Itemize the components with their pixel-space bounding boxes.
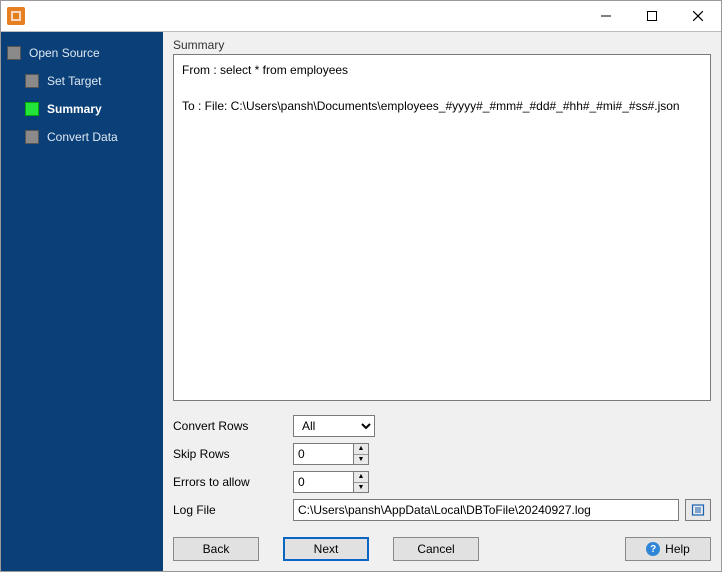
sidebar-item-label: Summary — [47, 102, 102, 116]
back-button[interactable]: Back — [173, 537, 259, 561]
browse-icon — [691, 503, 705, 517]
help-button[interactable]: ? Help — [625, 537, 711, 561]
minimize-button[interactable] — [583, 1, 629, 31]
sidebar-item-open-source[interactable]: Open Source — [7, 44, 157, 62]
step-indicator-icon — [7, 46, 21, 60]
convert-rows-label: Convert Rows — [173, 419, 293, 433]
spinner-up-icon[interactable]: ▲ — [354, 472, 368, 483]
skip-rows-label: Skip Rows — [173, 447, 293, 461]
log-file-browse-button[interactable] — [685, 499, 711, 521]
app-window: Open Source Set Target Summary Convert D… — [0, 0, 722, 572]
errors-input[interactable] — [293, 471, 353, 493]
sidebar-item-convert-data[interactable]: Convert Data — [25, 128, 157, 146]
errors-label: Errors to allow — [173, 475, 293, 489]
summary-to-line: To : File: C:\Users\pansh\Documents\empl… — [182, 99, 680, 113]
app-icon — [7, 7, 25, 25]
skip-rows-stepper[interactable]: ▲ ▼ — [353, 443, 369, 465]
cancel-button[interactable]: Cancel — [393, 537, 479, 561]
spinner-up-icon[interactable]: ▲ — [354, 444, 368, 455]
options-form: Convert Rows All Skip Rows ▲ ▼ — [173, 415, 711, 521]
body: Open Source Set Target Summary Convert D… — [1, 31, 721, 571]
help-icon: ? — [646, 542, 660, 556]
titlebar — [1, 1, 721, 31]
main-panel: Summary From : select * from employees T… — [163, 32, 721, 571]
summary-textarea[interactable]: From : select * from employees To : File… — [173, 54, 711, 401]
sidebar-item-label: Set Target — [47, 74, 101, 88]
wizard-sidebar: Open Source Set Target Summary Convert D… — [1, 32, 163, 571]
sidebar-item-summary[interactable]: Summary — [25, 100, 157, 118]
help-button-label: Help — [665, 542, 690, 556]
button-bar: Back Next Cancel ? Help — [173, 537, 711, 561]
spinner-down-icon[interactable]: ▼ — [354, 455, 368, 465]
sidebar-item-set-target[interactable]: Set Target — [25, 72, 157, 90]
next-button[interactable]: Next — [283, 537, 369, 561]
errors-stepper[interactable]: ▲ ▼ — [353, 471, 369, 493]
summary-from-line: From : select * from employees — [182, 63, 348, 77]
log-file-label: Log File — [173, 503, 293, 517]
sidebar-item-label: Open Source — [29, 46, 100, 60]
step-indicator-icon — [25, 102, 39, 116]
spinner-down-icon[interactable]: ▼ — [354, 483, 368, 493]
skip-rows-input[interactable] — [293, 443, 353, 465]
maximize-button[interactable] — [629, 1, 675, 31]
step-indicator-icon — [25, 130, 39, 144]
step-indicator-icon — [25, 74, 39, 88]
summary-heading: Summary — [173, 38, 711, 52]
convert-rows-select[interactable]: All — [293, 415, 375, 437]
log-file-input[interactable] — [293, 499, 679, 521]
close-button[interactable] — [675, 1, 721, 31]
sidebar-item-label: Convert Data — [47, 130, 118, 144]
